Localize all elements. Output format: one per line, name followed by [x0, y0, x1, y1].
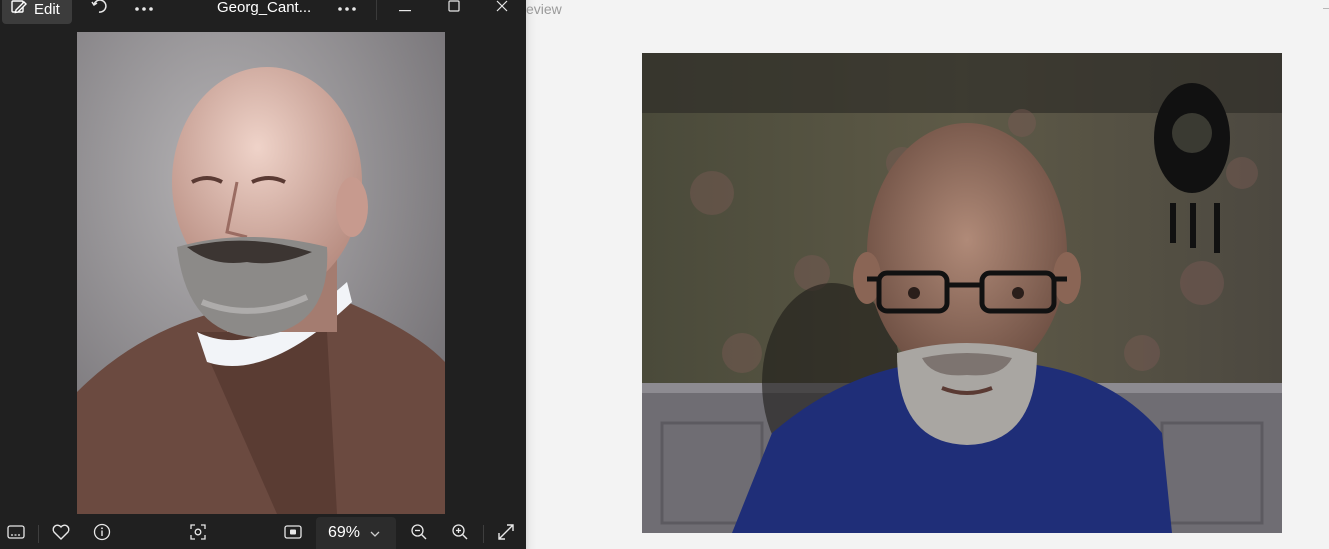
window-shadow-edge	[526, 0, 536, 549]
favorite-heart-icon	[52, 524, 70, 545]
visual-search-button[interactable]	[184, 521, 212, 547]
fullscreen-button[interactable]	[492, 521, 520, 547]
visual-search-icon	[189, 523, 207, 546]
fullscreen-icon	[497, 523, 515, 546]
zoom-out-button[interactable]	[405, 521, 433, 547]
file-title: Georg_Cant...	[217, 0, 312, 16]
edit-icon	[10, 0, 28, 20]
preview-window-title: eview	[526, 1, 562, 17]
maximize-icon	[448, 0, 460, 17]
zoom-level-dropdown[interactable]: 69%	[316, 517, 396, 549]
info-icon	[93, 523, 111, 546]
chevron-down-icon	[370, 524, 380, 542]
more-icon	[337, 0, 357, 17]
close-button[interactable]	[487, 0, 517, 20]
photos-viewer-window: Edit Georg_Cant... 69%	[0, 0, 526, 549]
zoom-in-button[interactable]	[446, 521, 474, 547]
minimize-icon	[399, 0, 411, 17]
webcam-preview-image	[642, 53, 1282, 533]
filmstrip-button[interactable]	[2, 521, 30, 547]
zoom-level-value: 69%	[328, 524, 361, 541]
background-preview-window: eview	[526, 0, 1329, 549]
bottom-separator	[38, 525, 39, 543]
more-options-button[interactable]	[129, 0, 159, 20]
zoom-in-icon	[451, 523, 469, 546]
window-corner-mark	[1323, 8, 1329, 9]
favorite-button[interactable]	[47, 521, 75, 547]
rotate-button[interactable]	[84, 0, 114, 20]
viewer-toolbar: Edit Georg_Cant...	[0, 0, 526, 24]
fit-to-window-icon	[284, 524, 302, 545]
close-icon	[496, 0, 508, 17]
toolbar-divider	[376, 0, 377, 20]
more-icon	[134, 0, 154, 17]
fit-to-window-button[interactable]	[279, 521, 307, 547]
filmstrip-icon	[7, 524, 25, 544]
edit-button[interactable]: Edit	[2, 0, 72, 24]
viewer-bottom-bar: 69%	[0, 517, 526, 549]
info-button[interactable]	[88, 521, 116, 547]
rotate-icon	[89, 0, 109, 21]
portrait-photo[interactable]	[77, 32, 445, 514]
minimize-button[interactable]	[390, 0, 420, 20]
maximize-button[interactable]	[439, 0, 469, 20]
zoom-out-icon	[410, 523, 428, 546]
title-more-button[interactable]	[332, 0, 362, 20]
edit-label: Edit	[34, 0, 60, 18]
bottom-separator	[483, 525, 484, 543]
